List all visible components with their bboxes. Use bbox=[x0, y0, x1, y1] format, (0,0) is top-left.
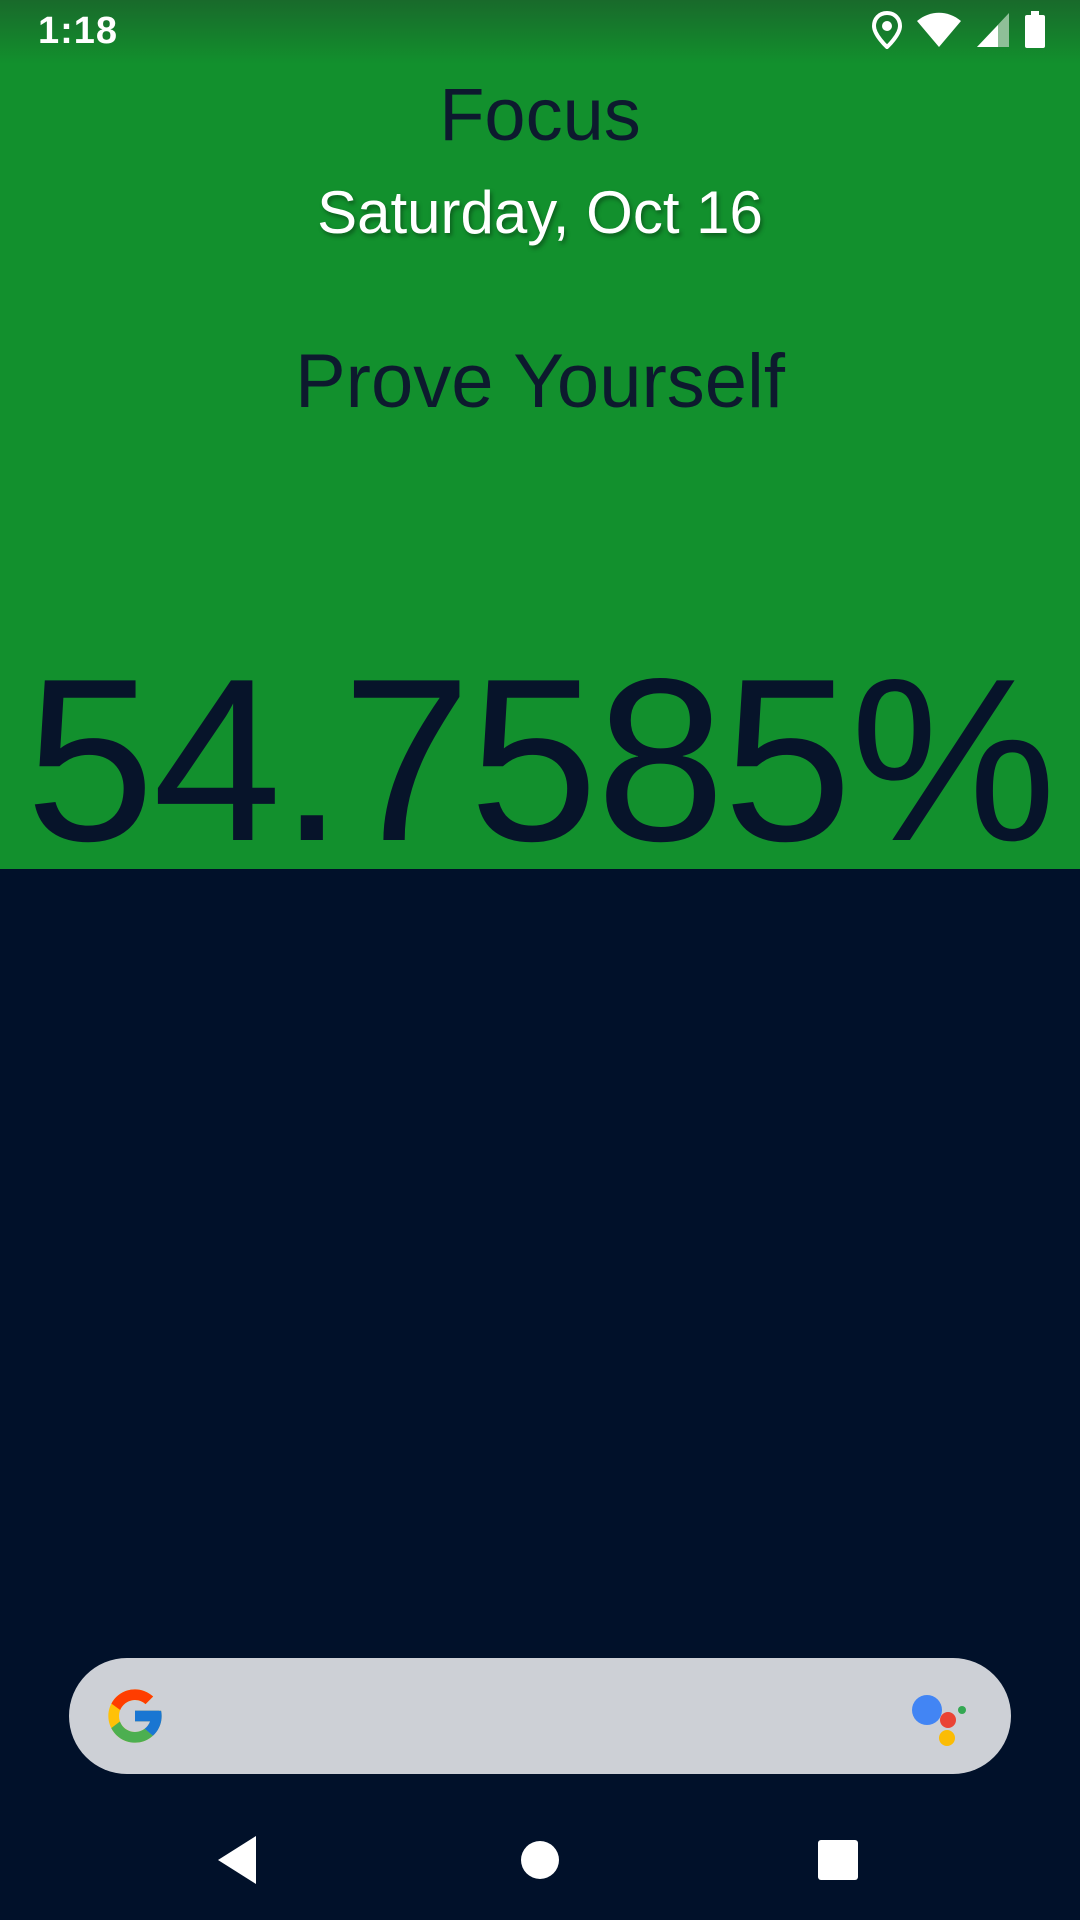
signal-icon bbox=[976, 12, 1010, 53]
back-icon[interactable] bbox=[212, 1832, 268, 1888]
battery-icon bbox=[1024, 10, 1046, 54]
status-time: 1:18 bbox=[38, 10, 119, 52]
app-title: Focus bbox=[439, 73, 641, 156]
navigation-bar bbox=[0, 1796, 1080, 1920]
status-icons bbox=[871, 10, 1046, 54]
home-icon[interactable] bbox=[512, 1832, 568, 1888]
date-label: Saturday, Oct 16 bbox=[317, 179, 763, 246]
recents-icon[interactable] bbox=[810, 1832, 866, 1888]
google-assistant-icon[interactable] bbox=[907, 1686, 971, 1750]
google-search-bar[interactable] bbox=[69, 1658, 1011, 1774]
status-bar: 1:18 bbox=[0, 0, 1080, 64]
google-g-icon bbox=[103, 1684, 167, 1748]
motto-label: Prove Yourself bbox=[294, 339, 786, 424]
location-icon bbox=[871, 10, 903, 54]
wifi-icon bbox=[916, 12, 962, 53]
home-screen: 1:18 Focus Saturday, Oct 16 Prove Yourse… bbox=[0, 0, 1080, 1920]
percent-readout: 54.7585% bbox=[25, 631, 1057, 890]
